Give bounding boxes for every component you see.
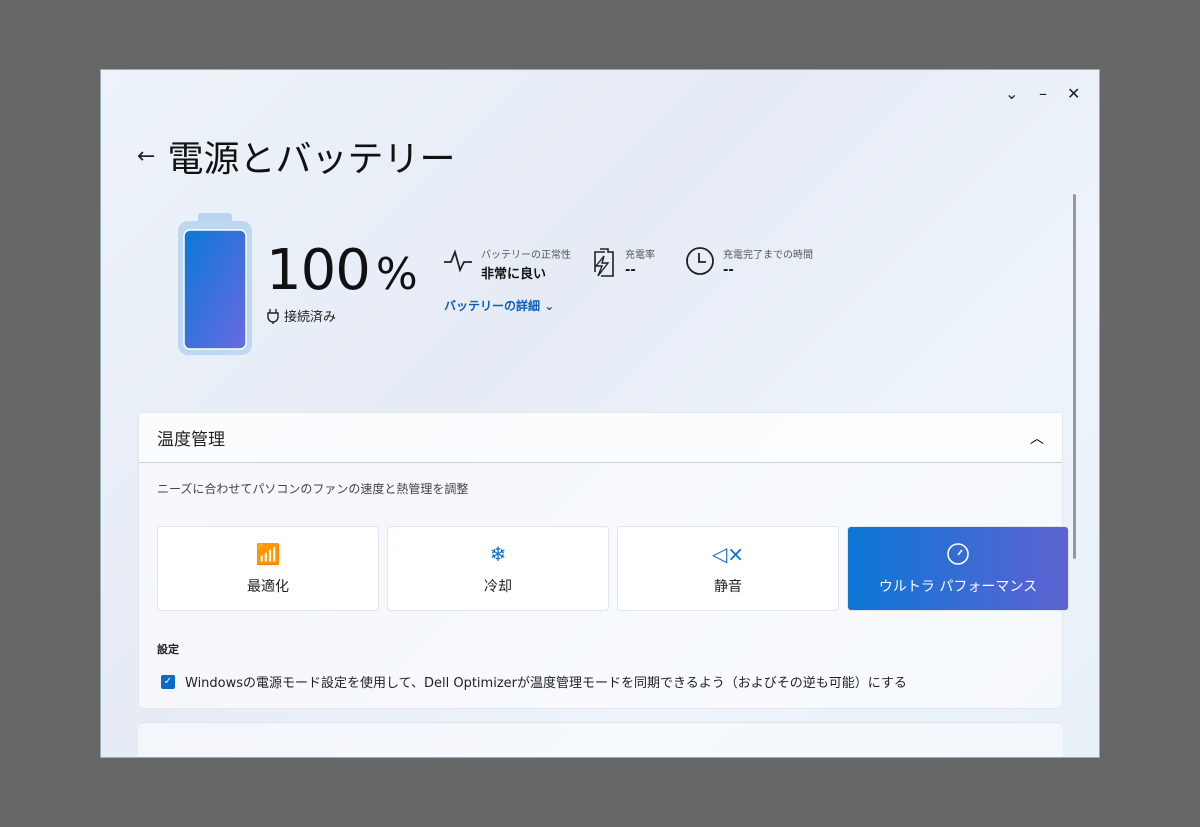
stat-value: --: [625, 263, 636, 278]
mode-optimize[interactable]: 📶 最適化: [157, 526, 379, 611]
sync-power-mode-checkbox[interactable]: ✓ Windowsの電源モード設定を使用して、Dell Optimizerが温度…: [161, 672, 907, 691]
thermal-header[interactable]: 温度管理 ︿: [139, 413, 1062, 463]
checkbox-label: Windowsの電源モード設定を使用して、Dell Optimizerが温度管理…: [185, 676, 907, 691]
stat-label: 充電完了までの時間: [723, 250, 813, 261]
app-window: ⌄ – ✕ ← 電源とバッテリー 100% 接続済み バッテリーの正常性非常に良…: [100, 69, 1100, 758]
stat-label: バッテリーの正常性: [481, 250, 571, 261]
minimize-button[interactable]: –: [1039, 84, 1047, 103]
mode-cool[interactable]: ❄ 冷却: [387, 526, 609, 611]
chevron-up-icon[interactable]: ︿: [1030, 428, 1044, 448]
stat-charge-rate: 充電率 --: [591, 246, 655, 278]
mode-label: ウルトラ パフォーマンス: [878, 578, 1038, 595]
speedometer-icon: [946, 542, 970, 566]
stat-label: 充電率: [625, 250, 655, 261]
page-title: 電源とバッテリー: [167, 139, 456, 180]
battery-percentage: 100%: [266, 238, 418, 303]
thermal-modes: 📶 最適化 ❄ 冷却 ◁× 静音 ウルトラ パフォーマンス: [157, 526, 1069, 611]
battery-icon: [178, 213, 252, 355]
collapse-button[interactable]: ⌄: [1005, 84, 1018, 103]
section-description: ニーズに合わせてパソコンのファンの速度と熱管理を調整: [157, 482, 469, 496]
section-title: 温度管理: [157, 430, 225, 450]
battery-details-link[interactable]: バッテリーの詳細 ⌄: [444, 297, 554, 314]
status-text: 接続済み: [284, 310, 337, 325]
mode-ultra-performance[interactable]: ウルトラ パフォーマンス: [847, 526, 1069, 611]
settings-label: 設定: [157, 643, 179, 656]
mode-label: 静音: [714, 578, 742, 595]
battery-value: 100: [266, 238, 371, 303]
back-button[interactable]: ←: [137, 144, 155, 169]
scrollbar[interactable]: [1073, 194, 1076, 559]
charging-battery-icon: [594, 248, 614, 277]
page-header: ← 電源とバッテリー: [137, 130, 455, 182]
next-panel: [138, 722, 1063, 757]
mode-label: 最適化: [247, 578, 289, 595]
stat-value: --: [723, 263, 734, 278]
heartbeat-icon: [444, 249, 472, 273]
stat-value: 非常に良い: [481, 267, 547, 282]
checkbox-checked-icon[interactable]: ✓: [161, 674, 175, 689]
stat-time-to-full: 充電完了までの時間 --: [685, 246, 813, 278]
snowflake-icon: ❄: [489, 541, 507, 566]
thermal-management-panel: 温度管理 ︿ ニーズに合わせてパソコンのファンの速度と熱管理を調整 📶 最適化 ❄…: [138, 412, 1069, 709]
details-label: バッテリーの詳細: [444, 299, 541, 313]
mode-label: 冷却: [484, 578, 512, 595]
mode-quiet[interactable]: ◁× 静音: [617, 526, 839, 611]
clock-icon: [686, 247, 714, 275]
connection-status: 接続済み: [266, 306, 336, 325]
mute-icon: ◁×: [711, 541, 745, 566]
chevron-down-icon: ⌄: [544, 299, 555, 313]
plug-icon: [267, 308, 279, 324]
optimize-icon: 📶: [255, 541, 281, 566]
percent-unit: %: [375, 249, 418, 300]
stat-health: バッテリーの正常性非常に良い: [443, 246, 571, 282]
close-button[interactable]: ✕: [1067, 84, 1080, 103]
